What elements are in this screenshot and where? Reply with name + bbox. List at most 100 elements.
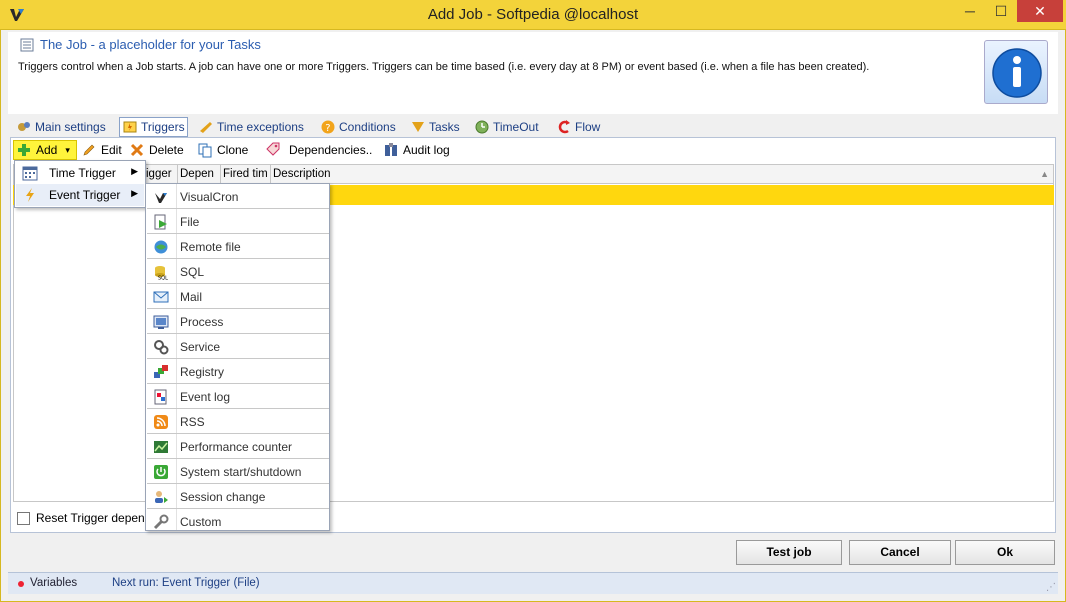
dependencies-button[interactable]: Dependencies.. bbox=[265, 140, 372, 160]
gears-icon bbox=[18, 122, 30, 131]
resize-grip-icon[interactable]: ⋰ bbox=[1046, 582, 1056, 593]
tab-main-settings[interactable]: Main settings bbox=[16, 117, 106, 137]
tab-conditions[interactable]: ? Conditions bbox=[320, 117, 396, 137]
maximize-button[interactable]: ☐ bbox=[986, 0, 1016, 22]
process-icon bbox=[153, 315, 169, 329]
menu-item-label: Custom bbox=[180, 515, 222, 529]
triggers-toolbar: Add ▾ Edit Delete Clone Dependencies.. A… bbox=[11, 138, 1055, 162]
next-run-status: Next run: Event Trigger (File) bbox=[112, 577, 260, 589]
timeout-icon bbox=[475, 120, 489, 134]
menu-item-event-trigger[interactable]: Event Trigger ▶ bbox=[16, 184, 144, 206]
chevron-down-icon: ▾ bbox=[65, 144, 70, 155]
document-icon bbox=[20, 38, 34, 52]
service-icon bbox=[154, 340, 169, 355]
menu-item-label: Session change bbox=[180, 490, 266, 504]
menu-item-registry[interactable]: Registry bbox=[147, 359, 329, 384]
menu-item-remote-file[interactable]: Remote file bbox=[147, 234, 329, 259]
visualcron-icon bbox=[155, 193, 167, 203]
menu-item-event-log[interactable]: Event log bbox=[147, 384, 329, 409]
svg-text:SQL: SQL bbox=[158, 276, 168, 281]
title-bar: Add Job - Softpedia @localhost ─ ☐ ✕ bbox=[0, 0, 1066, 30]
menu-item-visualcron[interactable]: VisualCron bbox=[147, 184, 329, 209]
close-button[interactable]: ✕ bbox=[1017, 0, 1063, 22]
tab-strip: Main settings Triggers Time exceptions ?… bbox=[12, 117, 1056, 137]
rss-icon bbox=[154, 415, 168, 429]
event-log-icon bbox=[154, 389, 167, 405]
calendar-icon bbox=[22, 166, 38, 181]
col-trigger[interactable]: igger bbox=[144, 165, 178, 183]
col-description[interactable]: Description bbox=[271, 165, 1053, 183]
tab-label: Triggers bbox=[141, 120, 185, 134]
col-fired-time[interactable]: Fired tim bbox=[221, 165, 271, 183]
edit-button[interactable]: Edit bbox=[81, 140, 122, 160]
header-description: Triggers control when a Job starts. A jo… bbox=[18, 61, 870, 73]
reset-trigger-label: Reset Trigger depend bbox=[36, 511, 152, 525]
menu-item-label: Remote file bbox=[180, 240, 241, 254]
menu-item-label: System start/shutdown bbox=[180, 465, 302, 479]
minimize-button[interactable]: ─ bbox=[955, 0, 985, 22]
header-title: The Job - a placeholder for your Tasks bbox=[40, 37, 261, 52]
menu-item-performance-counter[interactable]: Performance counter bbox=[147, 434, 329, 459]
time-exceptions-icon bbox=[200, 122, 212, 133]
tab-flow[interactable]: Flow bbox=[556, 117, 600, 137]
menu-item-label: Time Trigger bbox=[49, 166, 116, 180]
header-area: The Job - a placeholder for your Tasks T… bbox=[8, 32, 1058, 114]
delete-label: Delete bbox=[149, 143, 184, 157]
tab-tasks[interactable]: Tasks bbox=[410, 117, 460, 137]
menu-item-mail[interactable]: Mail bbox=[147, 284, 329, 309]
ok-button[interactable]: Ok bbox=[955, 540, 1055, 565]
menu-item-time-trigger[interactable]: Time Trigger ▶ bbox=[16, 162, 144, 184]
test-job-button[interactable]: Test job bbox=[736, 540, 842, 565]
cancel-button[interactable]: Cancel bbox=[849, 540, 951, 565]
dependencies-label: Dependencies.. bbox=[289, 143, 373, 157]
custom-icon bbox=[153, 514, 169, 530]
add-button[interactable]: Add ▾ bbox=[13, 140, 77, 160]
chevron-right-icon: ▶ bbox=[131, 166, 138, 176]
menu-item-sql[interactable]: SQL SQL bbox=[147, 259, 329, 284]
menu-item-label: Process bbox=[180, 315, 224, 329]
add-label: Add bbox=[36, 143, 58, 157]
reset-trigger-checkbox[interactable]: Reset Trigger depend bbox=[17, 511, 151, 525]
menu-item-session-change[interactable]: Session change bbox=[147, 484, 329, 509]
menu-item-file[interactable]: File bbox=[147, 209, 329, 234]
menu-item-label: RSS bbox=[180, 415, 205, 429]
registry-icon bbox=[154, 365, 168, 378]
event-trigger-submenu: VisualCron File Remote file SQL SQL Mail… bbox=[145, 183, 330, 531]
flow-icon bbox=[558, 120, 570, 134]
mail-icon bbox=[153, 291, 169, 303]
variables-indicator-icon bbox=[18, 581, 24, 587]
menu-item-service[interactable]: Service bbox=[147, 334, 329, 359]
audit-log-icon bbox=[385, 143, 397, 156]
delete-icon bbox=[130, 143, 144, 157]
tab-triggers[interactable]: Triggers bbox=[119, 117, 188, 137]
session-change-icon bbox=[155, 491, 168, 503]
audit-log-button[interactable]: Audit log bbox=[383, 140, 450, 160]
menu-item-label: Mail bbox=[180, 290, 203, 304]
sort-ascending-icon: ▲ bbox=[1040, 169, 1049, 179]
menu-item-label: Event log bbox=[180, 390, 231, 404]
tab-time-exceptions[interactable]: Time exceptions bbox=[198, 117, 304, 137]
menu-item-label: VisualCron bbox=[180, 190, 239, 204]
menu-item-rss[interactable]: RSS bbox=[147, 409, 329, 434]
clone-button[interactable]: Clone bbox=[197, 140, 248, 160]
add-dropdown-menu: Time Trigger ▶ Event Trigger ▶ bbox=[14, 160, 146, 208]
menu-item-label: SQL bbox=[180, 265, 205, 279]
tab-label: Time exceptions bbox=[217, 120, 304, 134]
svg-text:?: ? bbox=[325, 123, 330, 134]
info-icon bbox=[984, 40, 1048, 104]
tab-label: Flow bbox=[575, 120, 601, 134]
clone-icon bbox=[198, 143, 212, 158]
checkbox-box[interactable] bbox=[17, 511, 30, 525]
lightning-icon bbox=[26, 188, 34, 202]
menu-item-label: Registry bbox=[180, 365, 225, 379]
menu-item-label: Service bbox=[180, 340, 221, 354]
tab-timeout[interactable]: TimeOut bbox=[474, 117, 539, 137]
menu-item-process[interactable]: Process bbox=[147, 309, 329, 334]
menu-item-custom[interactable]: Custom bbox=[147, 509, 329, 534]
delete-button[interactable]: Delete bbox=[129, 140, 184, 160]
remote-file-icon bbox=[154, 240, 168, 254]
menu-item-system-start-shutdown[interactable]: System start/shutdown bbox=[147, 459, 329, 484]
file-icon bbox=[154, 214, 167, 230]
col-dependencies[interactable]: Depen bbox=[178, 165, 221, 183]
variables-link[interactable]: Variables bbox=[30, 577, 77, 589]
